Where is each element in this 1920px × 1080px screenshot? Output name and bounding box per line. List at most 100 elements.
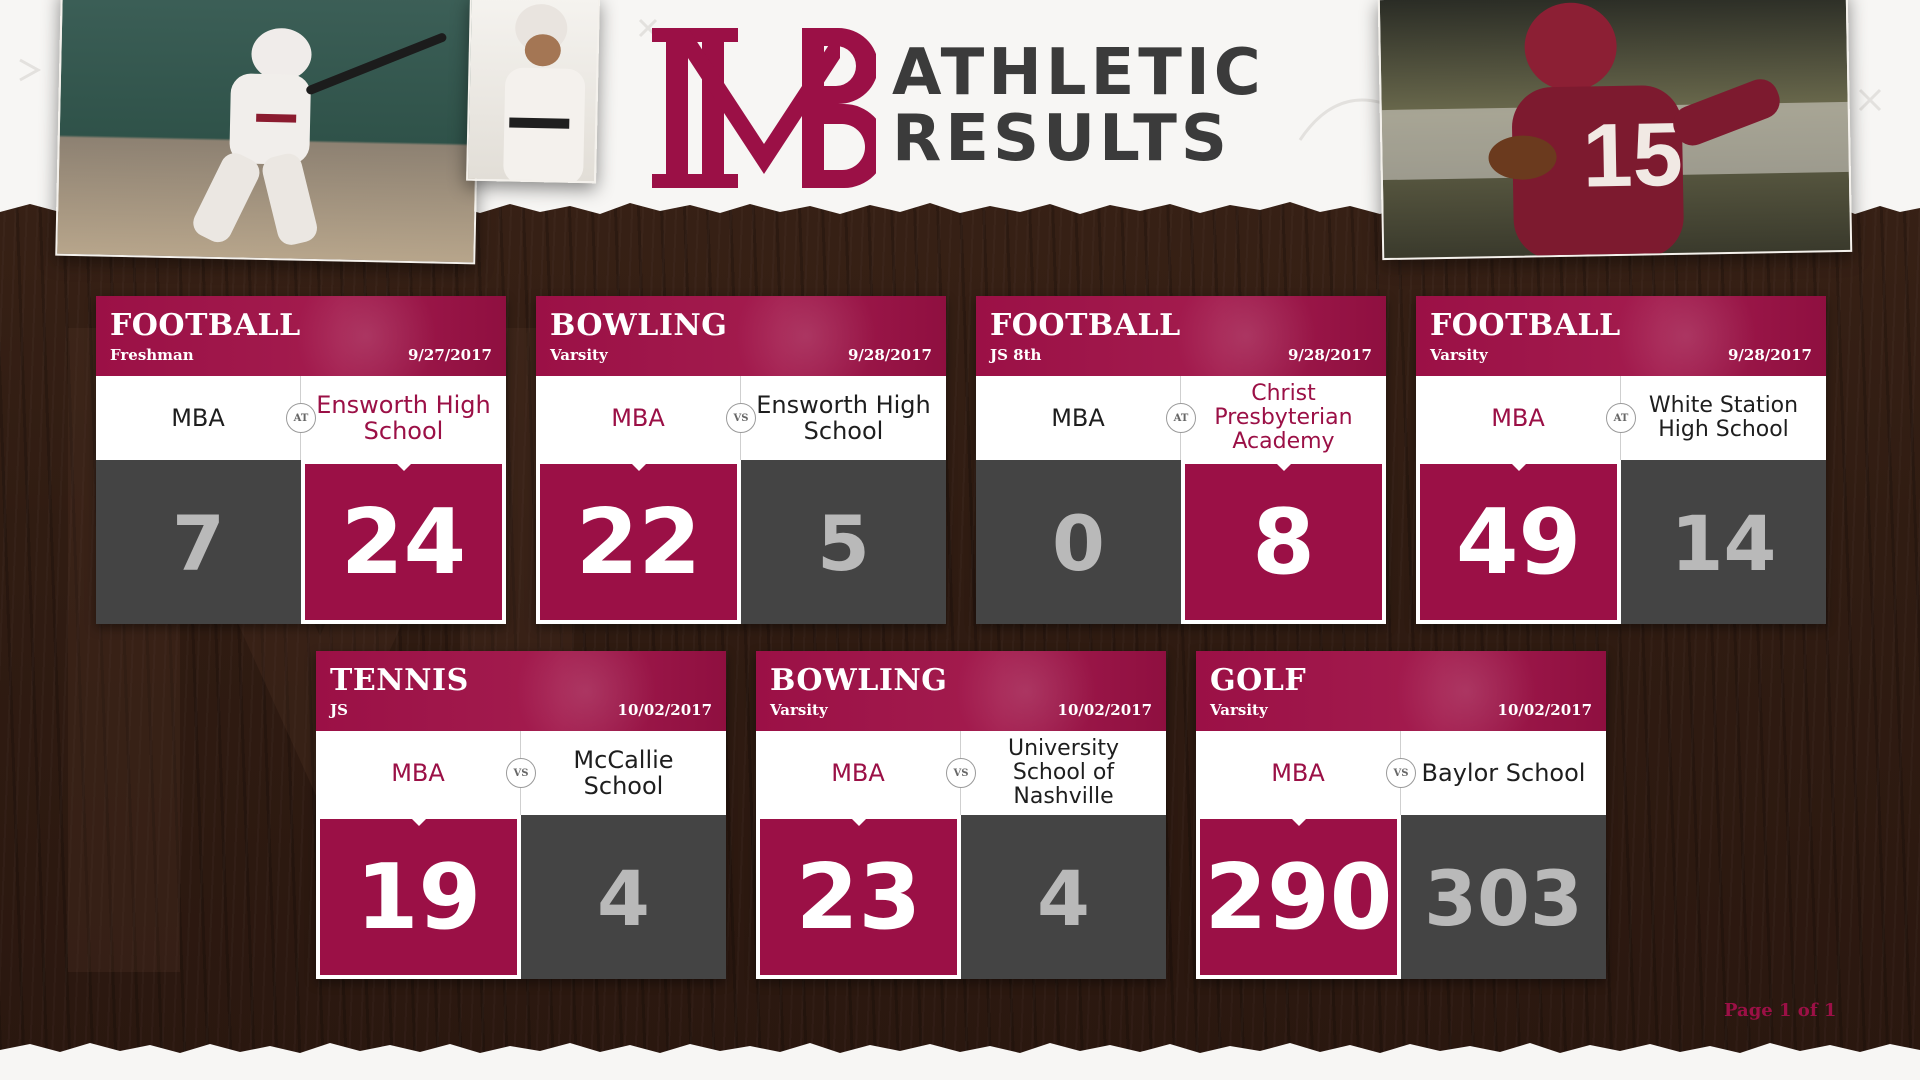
matchup: MBA McCallie School VS	[316, 731, 726, 815]
winner-notch	[1287, 815, 1310, 826]
result-card: FOOTBALL Freshman 9/27/2017 MBA Ensworth Hig…	[96, 296, 506, 624]
sport-name: FOOTBALL	[1430, 308, 1621, 343]
team-level: JS	[330, 701, 348, 719]
away-score: 24	[301, 460, 506, 624]
scoreboard: 19 4	[316, 815, 726, 979]
sport-name: GOLF	[1210, 663, 1307, 698]
game-date: 10/02/2017	[617, 701, 712, 719]
matchup: MBA Christ Presbyterian Academy AT	[976, 376, 1386, 460]
away-score-value: 4	[1037, 854, 1090, 943]
away-team: Christ Presbyterian Academy	[1214, 381, 1353, 454]
home-score-value: 7	[172, 499, 225, 588]
home-team: MBA	[1416, 376, 1621, 460]
winner-notch	[1507, 460, 1530, 471]
card-header: GOLF Varsity 10/02/2017	[1196, 651, 1606, 731]
away-score: 303	[1401, 815, 1606, 979]
home-team: MBA	[976, 376, 1181, 460]
home-score: 7	[96, 460, 301, 624]
result-card: FOOTBALL Varsity 9/28/2017 MBA White Station…	[1416, 296, 1826, 624]
matchup-separator-badge: AT	[1606, 403, 1636, 433]
away-score: 4	[961, 815, 1166, 979]
scoreboard: 08	[976, 460, 1386, 624]
matchup: MBA White Station High School AT	[1416, 376, 1826, 460]
football-player-photo: 15	[1377, 0, 1853, 261]
away-team: McCallie School	[573, 746, 674, 800]
card-header: TENNIS JS 10/02/2017	[316, 651, 726, 731]
matchup-separator-badge: VS	[726, 403, 756, 433]
baseball-batter-photo	[55, 0, 481, 265]
card-header: BOWLING Varsity 10/02/2017	[756, 651, 1166, 731]
matchup-separator-badge: VS	[506, 758, 536, 788]
away-score-value: 4	[597, 854, 650, 943]
away-score: 14	[1621, 460, 1826, 624]
torn-paper-footer	[0, 1043, 1920, 1080]
team-level: JS 8th	[990, 346, 1042, 364]
away-team: University School of Nashville	[1008, 736, 1119, 809]
home-team: MBA	[536, 376, 741, 460]
matchup-separator-badge: AT	[1166, 403, 1196, 433]
game-date: 9/28/2017	[847, 346, 932, 364]
scoreboard: 22 5	[536, 460, 946, 624]
home-score: 22	[536, 460, 741, 624]
away-score-value: 24	[340, 489, 467, 595]
scoreboard: 290 303	[1196, 815, 1606, 979]
home-score-value: 49	[1455, 489, 1582, 595]
card-header: FOOTBALL JS 8th 9/28/2017	[976, 296, 1386, 376]
winner-notch	[1272, 460, 1295, 471]
home-score: 23	[756, 815, 961, 979]
home-score: 49	[1416, 460, 1621, 624]
home-team: MBA	[316, 731, 521, 815]
scoreboard: 49 14	[1416, 460, 1826, 624]
winner-notch	[627, 460, 650, 471]
away-score-value: 303	[1424, 854, 1583, 943]
game-date: 9/28/2017	[1727, 346, 1812, 364]
result-card: FOOTBALL JS 8th 9/28/2017 MBA Christ Presbyt…	[976, 296, 1386, 624]
home-team: MBA	[756, 731, 961, 815]
title-line-1: ATHLETIC	[892, 36, 1265, 110]
away-score-value: 8	[1252, 489, 1315, 595]
card-header: FOOTBALL Freshman 9/27/2017	[96, 296, 506, 376]
winner-notch	[847, 815, 870, 826]
scoreboard: 7 24	[96, 460, 506, 624]
result-card: BOWLING Varsity 10/02/2017 MBA University Sc…	[756, 651, 1166, 979]
away-score-value: 14	[1670, 499, 1777, 588]
card-header: BOWLING Varsity 9/28/2017	[536, 296, 946, 376]
matchup-separator-badge: VS	[946, 758, 976, 788]
card-header: FOOTBALL Varsity 9/28/2017	[1416, 296, 1826, 376]
away-score: 5	[741, 460, 946, 624]
game-date: 9/27/2017	[407, 346, 492, 364]
home-score: 290	[1196, 815, 1401, 979]
team-level: Varsity	[1430, 346, 1488, 364]
sport-name: FOOTBALL	[110, 308, 301, 343]
sport-name: TENNIS	[330, 663, 469, 698]
sport-name: BOWLING	[770, 663, 948, 698]
home-team: MBA	[1196, 731, 1401, 815]
game-date: 10/02/2017	[1057, 701, 1152, 719]
winner-notch	[392, 460, 415, 471]
home-score: 0	[976, 460, 1181, 624]
baseball-player-photo	[466, 0, 600, 184]
home-score-value: 0	[1052, 499, 1105, 588]
result-card: GOLF Varsity 10/02/2017 MBA Baylor School VS 2…	[1196, 651, 1606, 979]
away-score-value: 5	[817, 499, 870, 588]
matchup-separator-badge: VS	[1386, 758, 1416, 788]
home-score-value: 23	[795, 844, 922, 950]
home-score-value: 19	[355, 844, 482, 950]
result-card: TENNIS JS 10/02/2017 MBA McCallie School VS 19…	[316, 651, 726, 979]
home-score: 19	[316, 815, 521, 979]
svg-text:15: 15	[1582, 105, 1684, 207]
scoreboard: 23 4	[756, 815, 1166, 979]
team-level: Varsity	[550, 346, 608, 364]
mba-logo	[652, 28, 876, 188]
away-team: White Station High School	[1648, 393, 1799, 442]
team-level: Varsity	[1210, 701, 1268, 719]
away-team: Ensworth High School	[756, 391, 931, 445]
title-line-2: RESULTS	[892, 102, 1231, 176]
home-score-value: 290	[1204, 844, 1393, 950]
sport-name: BOWLING	[550, 308, 728, 343]
winner-notch	[407, 815, 430, 826]
team-level: Varsity	[770, 701, 828, 719]
matchup: MBA Ensworth High School AT	[96, 376, 506, 460]
matchup: MBA Ensworth High School VS	[536, 376, 946, 460]
game-date: 9/28/2017	[1287, 346, 1372, 364]
